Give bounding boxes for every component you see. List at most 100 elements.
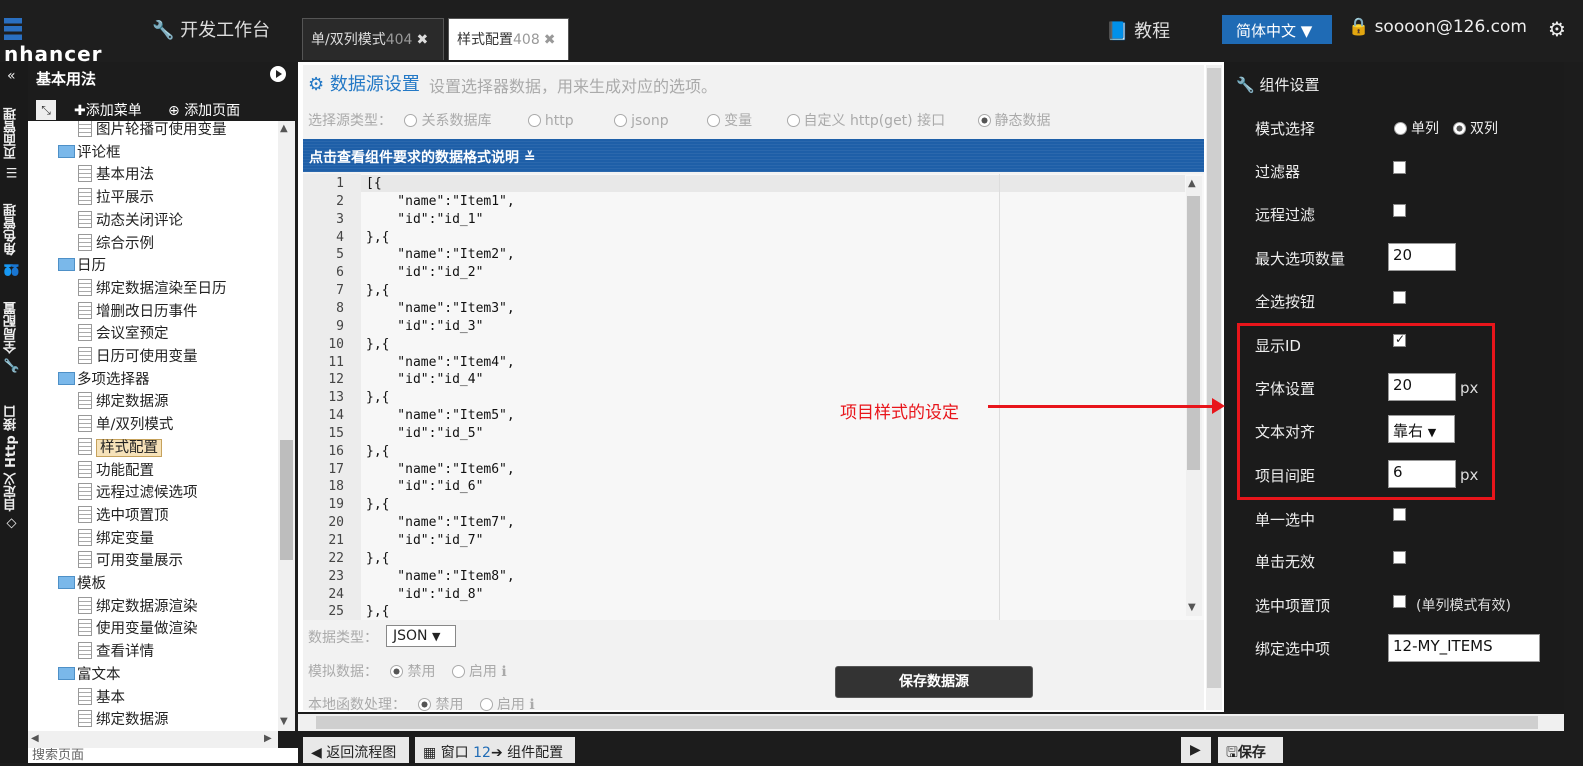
vtab-custom-http[interactable]: ◇ 自定义 Http 接口 <box>2 395 26 540</box>
play-icon[interactable] <box>270 66 286 82</box>
language-dropdown[interactable]: 简体中文 ▼ <box>1222 15 1332 44</box>
main-scroll-thumb[interactable] <box>1207 68 1221 688</box>
tree-item-label: 评论框 <box>77 144 121 161</box>
save-datasource-button[interactable]: 保存数据源 <box>835 666 1033 698</box>
select-all-checkbox[interactable] <box>1393 291 1406 304</box>
vtab-page-management[interactable]: ☰ 页面管理 <box>2 100 26 186</box>
tree-item[interactable]: 绑定变量 <box>78 528 154 550</box>
code-editor[interactable] <box>303 174 1204 620</box>
radio-mock-enabled[interactable]: 启用 ℹ <box>451 664 507 680</box>
shrink-icon[interactable]: ⤡ <box>36 100 56 120</box>
tree-item[interactable]: 基本用法 <box>78 164 154 186</box>
tree-folder[interactable]: 多项选择器 <box>58 369 150 391</box>
tab-style-config[interactable]: 样式配置408 ✖ <box>448 18 569 60</box>
radio-mode-single[interactable]: 单列 <box>1394 118 1439 138</box>
single-select-checkbox[interactable] <box>1393 508 1406 521</box>
tree-item[interactable]: 远程过滤候选项 <box>78 482 198 504</box>
max-items-input[interactable]: 20 <box>1388 243 1456 271</box>
devtool-link[interactable]: 🔧 开发工作台 <box>152 16 270 42</box>
tree-item[interactable]: 绑定数据源渲染 <box>78 596 198 618</box>
add-menu-button[interactable]: ✚添加菜单 <box>74 100 142 120</box>
close-icon[interactable]: ✖ <box>416 32 428 48</box>
tutorial-link[interactable]: 📘 教程 <box>1106 17 1170 43</box>
tree-item[interactable]: 会议室预定 <box>78 323 169 345</box>
radio-mock-disabled[interactable]: 禁用 <box>390 664 435 680</box>
scroll-up-icon[interactable]: ▲ <box>280 123 288 134</box>
editor-scroll-thumb[interactable] <box>1187 196 1200 470</box>
radio-mode-double[interactable]: 双列 <box>1453 118 1498 138</box>
tree-item[interactable]: 绑定数据渲染至日历 <box>78 278 227 300</box>
tree-folder[interactable]: 模板 <box>58 573 106 595</box>
window-breadcrumb[interactable]: ▦ 窗口 12➔ 组件配置 <box>415 737 575 763</box>
close-icon[interactable]: ✖ <box>544 32 556 48</box>
code-line: "id":"id_1" <box>366 211 484 227</box>
tree-item-label: 动态关闭评论 <box>96 212 183 229</box>
click-invalid-checkbox[interactable] <box>1393 551 1406 564</box>
pin-selected-checkbox[interactable] <box>1393 595 1406 608</box>
line-number: 8 <box>336 300 344 316</box>
tree-item[interactable]: 功能配置 <box>78 460 154 482</box>
user-menu[interactable]: 🔒 soooon@126.com <box>1348 17 1527 37</box>
tree-scroll-thumb[interactable] <box>280 440 293 560</box>
gear-icon[interactable]: ⚙ <box>1548 17 1566 41</box>
main-hscroll-thumb[interactable] <box>316 716 1538 729</box>
scroll-down-icon[interactable]: ▼ <box>1188 602 1196 613</box>
save-button[interactable]: 🖫保存 <box>1218 737 1283 763</box>
tree-item[interactable]: 绑定数据源 <box>78 391 169 413</box>
tree-item[interactable]: 选中项置顶 <box>78 505 169 527</box>
tree-item[interactable]: 拉平展示 <box>78 187 154 209</box>
tree-folder[interactable]: 富文本 <box>58 664 121 686</box>
radio-relational-db[interactable]: 关系数据库 <box>404 113 491 129</box>
tree-item[interactable]: 增删改日历事件 <box>78 301 198 323</box>
tree-item[interactable]: 可用变量展示 <box>78 550 183 572</box>
folder-icon <box>58 371 75 385</box>
user-lock-icon: 🔒 <box>1348 17 1370 37</box>
filter-checkbox[interactable] <box>1393 161 1406 174</box>
code-line: "name":"Item5", <box>366 408 515 424</box>
tree-item[interactable]: 日历可使用变量 <box>78 346 198 368</box>
code-line: },{ <box>366 443 390 459</box>
max-items-label: 最大选项数量 <box>1255 250 1346 268</box>
format-help-bar[interactable]: 点击查看组件要求的数据格式说明 ≚ <box>303 139 1204 172</box>
data-type-select[interactable]: JSON ▼ <box>386 625 456 647</box>
radio-custom-http[interactable]: 自定义 http(get) 接口 <box>786 113 945 129</box>
tree-hscrollbar[interactable] <box>28 731 278 748</box>
bind-selected-input[interactable]: 12-MY_ITEMS <box>1388 634 1540 662</box>
tree-item[interactable]: 综合示例 <box>78 233 154 255</box>
scroll-right-icon[interactable]: ▶ <box>264 733 272 744</box>
radio-local-enabled[interactable]: 启用 ℹ <box>479 697 535 713</box>
vtab-role-management[interactable]: 👥 角色管理 <box>2 200 26 280</box>
scroll-up-icon[interactable]: ▲ <box>1188 178 1196 189</box>
tree-item[interactable]: 图片轮播可使用变量 <box>78 121 227 141</box>
tree-item[interactable]: 查看详情 <box>78 641 154 663</box>
vtab-global-config[interactable]: 🔧 全局配置 <box>2 295 26 380</box>
radio-jsonp[interactable]: jsonp <box>614 113 669 129</box>
tree-folder[interactable]: 评论框 <box>58 142 121 164</box>
radio-http[interactable]: http <box>527 113 574 129</box>
logo[interactable]: nhancer <box>4 18 114 66</box>
tree-item[interactable]: 使用变量做渲染 <box>78 618 198 640</box>
add-page-button[interactable]: ⊕ 添加页面 <box>168 100 240 120</box>
pin-selected-label: 选中项置顶 <box>1255 597 1331 615</box>
back-to-flow-button[interactable]: ◀ 返回流程图 <box>303 737 409 763</box>
tree-item[interactable]: 样式配置 <box>78 437 162 459</box>
tree-item[interactable]: 绑定数据源 <box>78 709 169 731</box>
tree-item[interactable]: 动态关闭评论 <box>78 210 183 232</box>
collapse-icon[interactable]: « <box>7 68 16 84</box>
play-button[interactable]: ▶ <box>1181 737 1211 763</box>
radio-variable[interactable]: 变量 <box>707 113 752 129</box>
remote-filter-checkbox[interactable] <box>1393 204 1406 217</box>
radio-local-disabled[interactable]: 禁用 <box>418 697 463 713</box>
tree-item-label: 绑定数据源渲染 <box>96 598 198 615</box>
radio-static-data[interactable]: 静态数据 <box>977 113 1051 129</box>
line-number: 25 <box>328 604 344 620</box>
tree-folder[interactable]: 日历 <box>58 255 106 277</box>
tree-item[interactable]: 单/双列模式 <box>78 414 173 436</box>
tab-single-double[interactable]: 单/双列模式404 ✖ <box>302 18 444 60</box>
tree-item[interactable]: 基本 <box>78 687 125 709</box>
line-number: 21 <box>328 533 344 548</box>
tree-scrollbar[interactable] <box>278 121 295 731</box>
page-search-input[interactable]: 搜索页面 <box>28 748 298 763</box>
scroll-down-icon[interactable]: ▼ <box>280 716 288 727</box>
scroll-left-icon[interactable]: ◀ <box>31 733 39 744</box>
